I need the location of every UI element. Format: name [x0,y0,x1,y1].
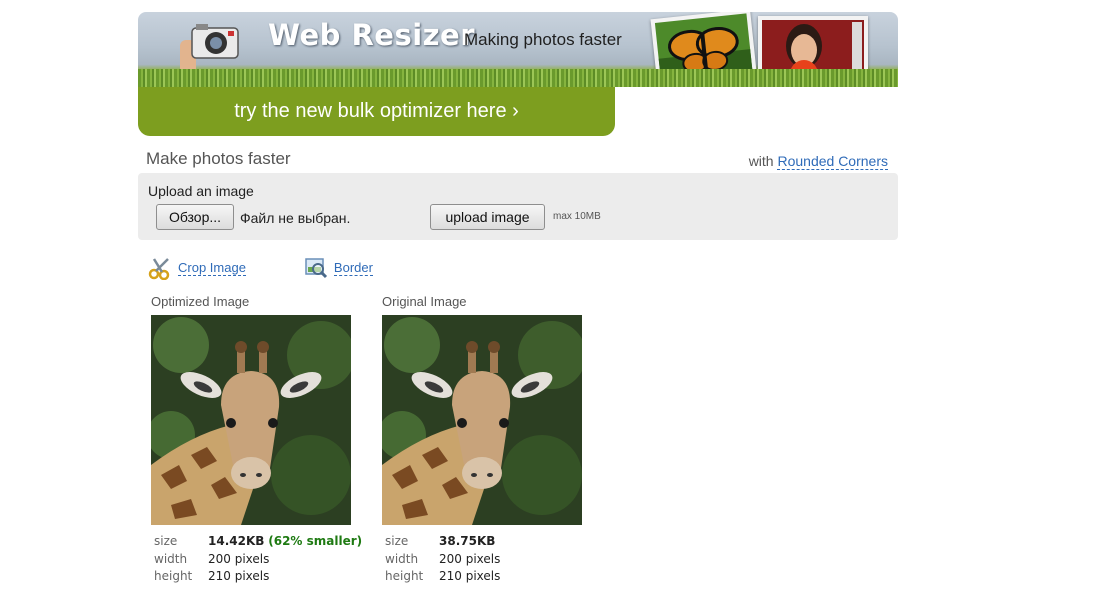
size-label: size [154,534,178,548]
optimized-width: 200 pixels [208,551,270,566]
original-image-panel: Original Image size 38.75KB width 200 pixe… [382,294,612,586]
height-label: height [154,569,193,583]
original-width: 200 pixels [439,551,501,566]
rounded-corners-link[interactable]: Rounded Corners [777,153,888,170]
grass-strip [138,69,898,87]
tools-bar: Crop Image Border [148,256,431,280]
upload-label: Upload an image [148,183,254,199]
file-status: Файл не выбран. [240,210,351,226]
optimized-heading: Optimized Image [151,294,250,309]
original-size: 38.75KB [439,534,496,548]
optimized-image-panel: Optimized Image size 14.42KB (62% smaller… [151,294,381,586]
original-giraffe-image [382,315,582,525]
browse-button[interactable]: Обзор... [156,204,234,230]
upload-image-button[interactable]: upload image [430,204,545,230]
size-label: size [385,534,409,548]
original-height: 210 pixels [439,569,501,583]
width-label: width [385,551,419,566]
upload-form: Upload an image Обзор... Файл не выбран.… [138,173,898,240]
crop-image-tool[interactable]: Crop Image [148,256,246,280]
brand-logo: Web Resizer [268,18,476,52]
optimized-size: 14.42KB [208,534,265,548]
tagline: Making photos faster [464,30,622,49]
crop-image-label[interactable]: Crop Image [178,260,246,276]
optimized-height: 210 pixels [208,569,270,583]
optimized-stats: size 14.42KB (62% smaller) width 200 pixel… [154,533,381,586]
title-row: Make photos faster with Rounded Corners [138,149,898,170]
with-label: with [748,153,774,169]
original-heading: Original Image [382,294,467,309]
rounded-corners-option: with Rounded Corners [748,153,888,170]
bulk-optimizer-link[interactable]: try the new bulk optimizer here › [138,86,615,136]
border-tool[interactable]: Border [304,256,373,280]
height-label: height [385,569,424,583]
savings-badge: (62% smaller) [268,534,363,548]
max-size-note: max 10MB [553,211,601,222]
original-stats: size 38.75KB width 200 pixels height 210 pi… [385,533,612,586]
header-banner: Web Resizer Making photos faster [138,12,898,87]
camera-hand-icon [180,24,239,74]
border-label[interactable]: Border [333,260,373,276]
width-label: width [154,551,188,566]
magnifier-icon [305,258,327,279]
page-title: Make photos faster [146,149,291,168]
optimized-giraffe-image [151,315,351,525]
page-wrapper: Web Resizer Making photos faster try the… [138,12,898,240]
scissors-icon [148,258,170,280]
